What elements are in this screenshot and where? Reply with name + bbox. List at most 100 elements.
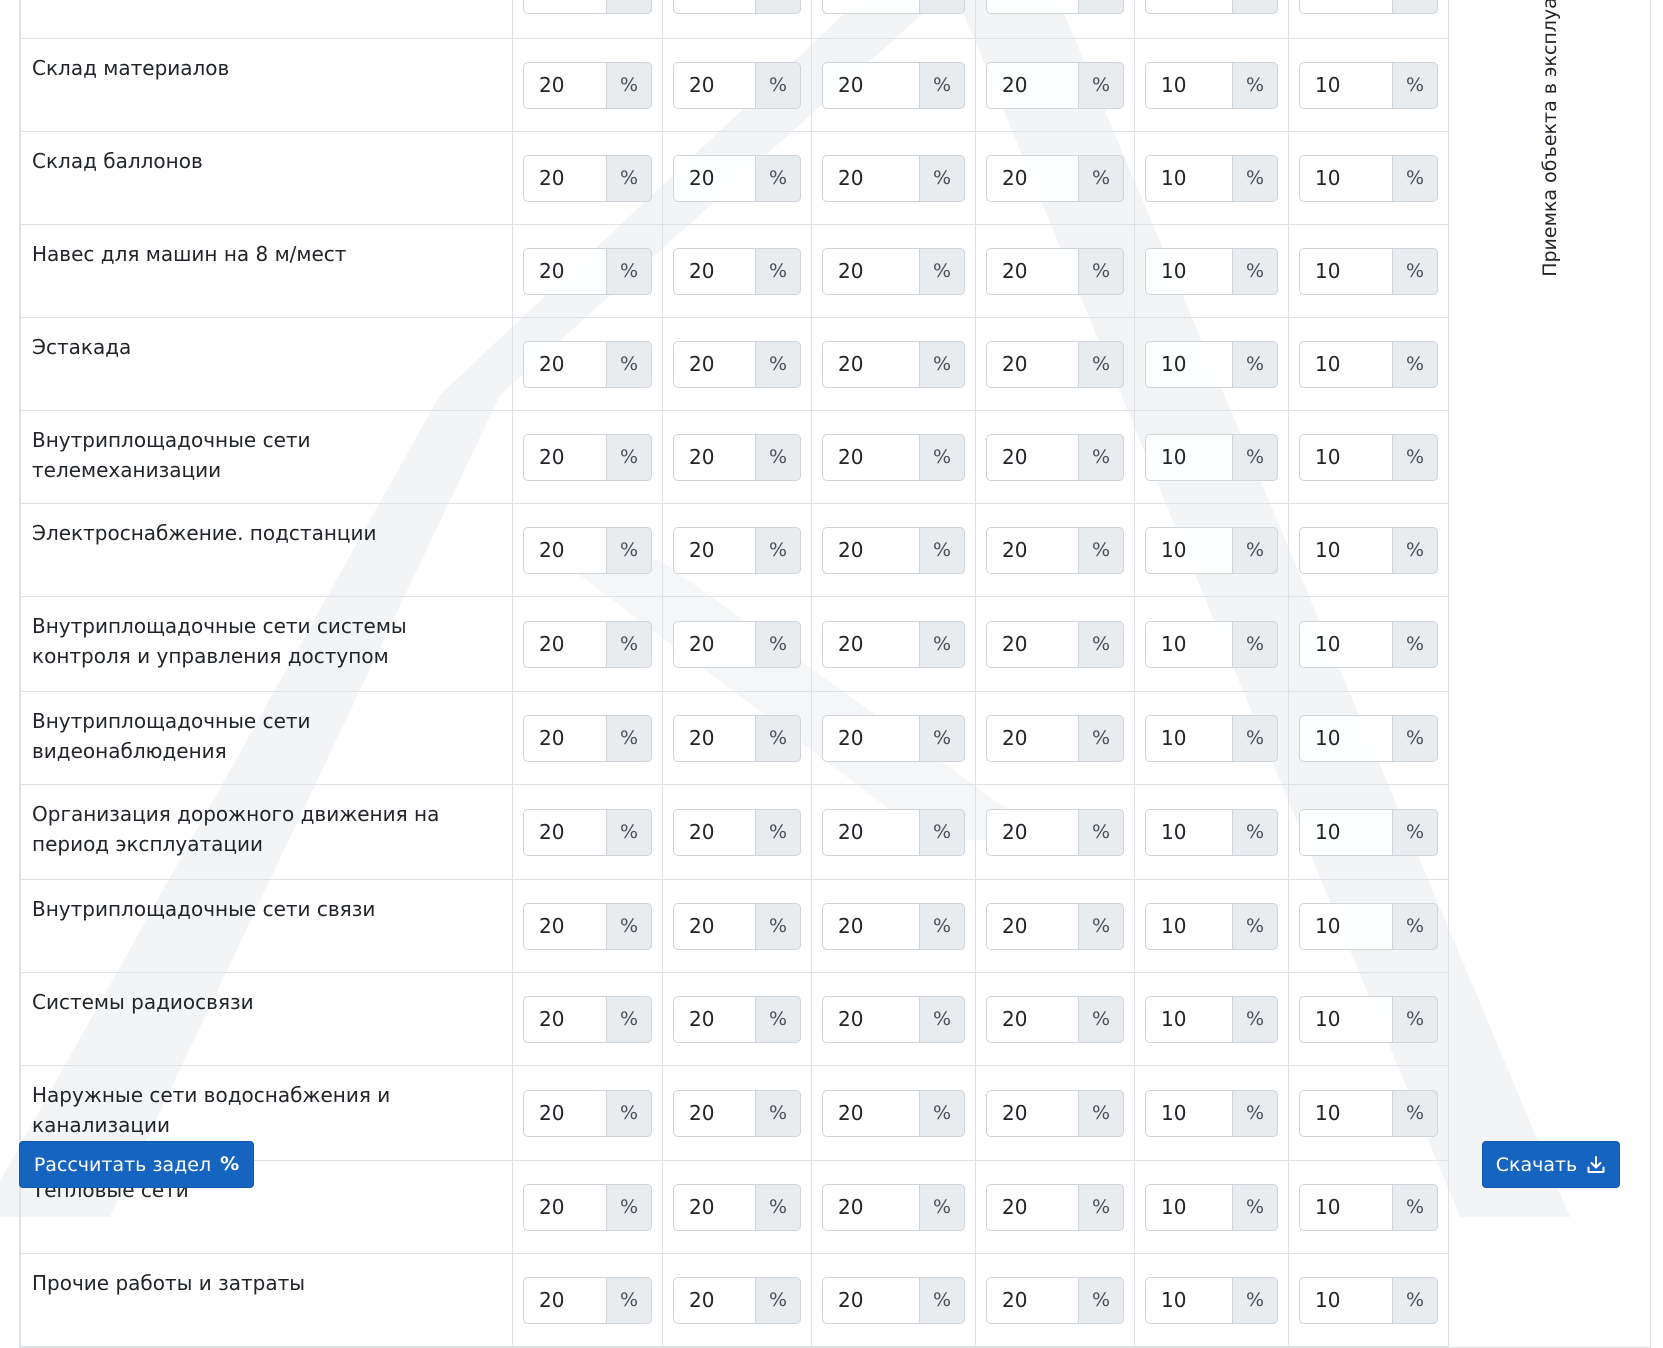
percent-input[interactable]	[1299, 526, 1392, 574]
percent-input[interactable]	[673, 620, 755, 668]
percent-input[interactable]	[673, 526, 755, 574]
percent-input[interactable]	[822, 1276, 919, 1324]
percent-input[interactable]	[986, 902, 1078, 950]
percent-input[interactable]	[1145, 433, 1232, 481]
percent-input[interactable]	[523, 1089, 606, 1137]
percent-input[interactable]	[523, 995, 606, 1043]
percent-input[interactable]	[1299, 714, 1392, 762]
percent-input[interactable]	[986, 714, 1078, 762]
percent-input[interactable]	[523, 61, 606, 109]
percent-input[interactable]	[523, 902, 606, 950]
percent-input[interactable]	[986, 995, 1078, 1043]
percent-input[interactable]	[673, 808, 755, 856]
percent-input[interactable]	[1145, 902, 1232, 950]
percent-input[interactable]	[673, 1183, 755, 1231]
percent-input[interactable]	[822, 902, 919, 950]
percent-input[interactable]	[523, 247, 606, 295]
percent-input[interactable]	[523, 433, 606, 481]
percent-input[interactable]	[1299, 1183, 1392, 1231]
percent-input[interactable]	[1299, 902, 1392, 950]
percent-input[interactable]	[673, 1089, 755, 1137]
percent-input[interactable]	[1145, 1089, 1232, 1137]
percent-input[interactable]	[822, 433, 919, 481]
percent-input[interactable]	[673, 340, 755, 388]
percent-input-group: %	[822, 61, 965, 109]
percent-input[interactable]	[673, 1276, 755, 1324]
percent-input[interactable]	[1299, 620, 1392, 668]
percent-input[interactable]	[1145, 995, 1232, 1043]
percent-cell: %	[662, 784, 812, 880]
percent-input[interactable]	[673, 714, 755, 762]
percent-input[interactable]	[523, 808, 606, 856]
percent-input[interactable]	[1299, 1276, 1392, 1324]
percent-input[interactable]	[822, 1089, 919, 1137]
percent-input[interactable]	[523, 1276, 606, 1324]
percent-input[interactable]	[1299, 0, 1392, 14]
percent-input-group: %	[1299, 1183, 1438, 1231]
percent-input[interactable]	[986, 0, 1078, 14]
percent-input[interactable]	[1145, 808, 1232, 856]
percent-input[interactable]	[822, 0, 919, 14]
percent-input[interactable]	[822, 526, 919, 574]
percent-input[interactable]	[673, 61, 755, 109]
percent-input[interactable]	[822, 61, 919, 109]
percent-input[interactable]	[986, 1183, 1078, 1231]
percent-input[interactable]	[986, 247, 1078, 295]
calculate-reserve-button[interactable]: Рассчитать задел %	[19, 1141, 254, 1188]
percent-input[interactable]	[1145, 1183, 1232, 1231]
percent-input[interactable]	[1299, 808, 1392, 856]
percent-input[interactable]	[1299, 247, 1392, 295]
percent-input[interactable]	[1145, 620, 1232, 668]
percent-input[interactable]	[523, 620, 606, 668]
percent-input[interactable]	[1299, 995, 1392, 1043]
percent-input[interactable]	[1145, 0, 1232, 14]
percent-input[interactable]	[822, 714, 919, 762]
percent-input-group: %	[986, 0, 1124, 14]
percent-input[interactable]	[673, 995, 755, 1043]
percent-input[interactable]	[523, 714, 606, 762]
percent-input[interactable]	[822, 154, 919, 202]
percent-input[interactable]	[822, 247, 919, 295]
percent-addon: %	[1392, 61, 1438, 109]
percent-input[interactable]	[986, 61, 1078, 109]
percent-input[interactable]	[523, 154, 606, 202]
percent-input[interactable]	[822, 340, 919, 388]
percent-input[interactable]	[1145, 714, 1232, 762]
percent-input[interactable]	[673, 433, 755, 481]
percent-input-group: %	[523, 1183, 652, 1231]
percent-input[interactable]	[673, 0, 755, 14]
percent-input[interactable]	[986, 808, 1078, 856]
percent-input[interactable]	[1145, 61, 1232, 109]
percent-input[interactable]	[523, 0, 606, 14]
percent-input[interactable]	[986, 1276, 1078, 1324]
percent-input[interactable]	[1145, 247, 1232, 295]
percent-input[interactable]	[1145, 154, 1232, 202]
percent-input[interactable]	[523, 340, 606, 388]
percent-input[interactable]	[986, 340, 1078, 388]
percent-input[interactable]	[1299, 433, 1392, 481]
percent-input[interactable]	[822, 995, 919, 1043]
percent-input[interactable]	[822, 620, 919, 668]
percent-input[interactable]	[822, 1183, 919, 1231]
percent-input[interactable]	[1299, 340, 1392, 388]
percent-input[interactable]	[673, 154, 755, 202]
percent-input[interactable]	[1145, 526, 1232, 574]
percent-input[interactable]	[1145, 1276, 1232, 1324]
percent-input[interactable]	[822, 808, 919, 856]
percent-input[interactable]	[986, 1089, 1078, 1137]
percent-addon: %	[1078, 247, 1124, 295]
percent-icon: %	[220, 1153, 240, 1175]
percent-input[interactable]	[673, 247, 755, 295]
percent-input[interactable]	[523, 526, 606, 574]
percent-input[interactable]	[523, 1183, 606, 1231]
percent-input[interactable]	[1299, 61, 1392, 109]
percent-input[interactable]	[986, 433, 1078, 481]
percent-input[interactable]	[986, 620, 1078, 668]
percent-input[interactable]	[673, 902, 755, 950]
percent-input[interactable]	[1145, 340, 1232, 388]
percent-input[interactable]	[986, 154, 1078, 202]
download-button[interactable]: Скачать	[1482, 1141, 1620, 1188]
percent-input[interactable]	[1299, 1089, 1392, 1137]
percent-input[interactable]	[986, 526, 1078, 574]
percent-input[interactable]	[1299, 154, 1392, 202]
